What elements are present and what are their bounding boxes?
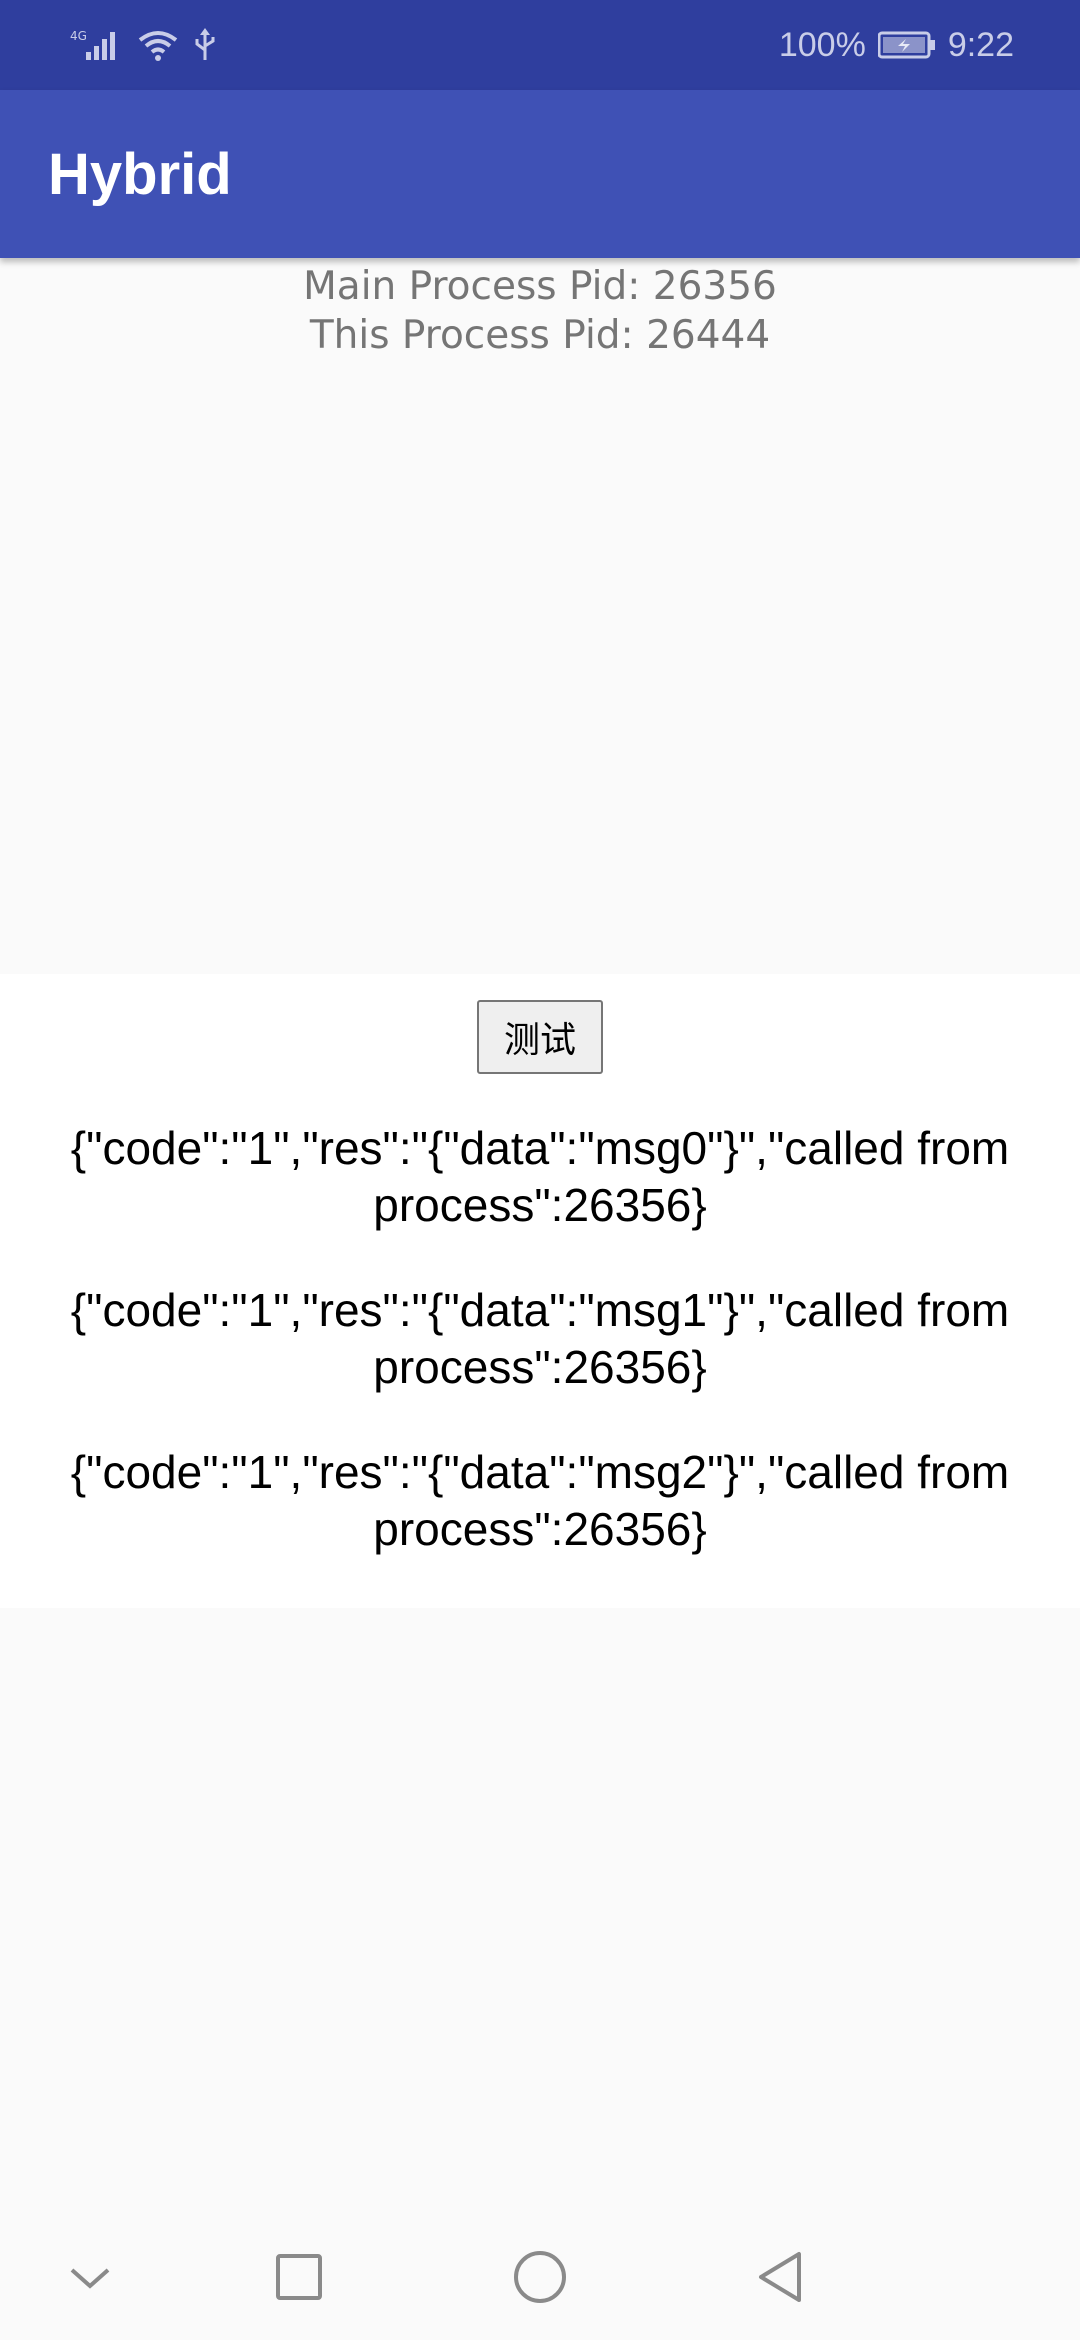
webview-content: 测试 {"code":"1","res":"{"data":"msg0"}","… (0, 974, 1080, 1608)
usb-icon (195, 28, 215, 60)
navigation-bar (0, 2214, 1080, 2340)
recents-button[interactable] (266, 2244, 332, 2310)
hide-keyboard-button[interactable] (57, 2244, 123, 2310)
test-button[interactable]: 测试 (477, 1000, 603, 1074)
back-icon (759, 2252, 801, 2302)
home-icon (514, 2251, 566, 2303)
recents-icon (276, 2254, 322, 2300)
result-list: {"code":"1","res":"{"data":"msg0"}","cal… (50, 1120, 1030, 1606)
result-item: {"code":"1","res":"{"data":"msg2"}","cal… (70, 1446, 1010, 1555)
battery-charging-icon (877, 31, 935, 59)
hide-keyboard-icon (70, 2268, 110, 2289)
home-button[interactable] (507, 2244, 573, 2310)
signal-icon: 4G (70, 29, 115, 60)
result-item: {"code":"1","res":"{"data":"msg0"}","cal… (70, 1122, 1010, 1231)
wifi-icon (138, 31, 178, 61)
app-title: Hybrid (48, 141, 232, 207)
battery-percent: 100% (778, 25, 866, 64)
network-type-label: 4G (70, 29, 87, 43)
back-button[interactable] (747, 2244, 813, 2310)
result-item: {"code":"1","res":"{"data":"msg1"}","cal… (70, 1284, 1010, 1393)
main-process-pid: Main Process Pid: 26356 (303, 264, 777, 309)
status-icons-right: 100% 9:22 (779, 26, 1014, 65)
process-info: Main Process Pid: 26356 This Process Pid… (0, 262, 1080, 360)
status-icons-left: 4G (70, 28, 232, 62)
clock: 9:22 (947, 25, 1014, 64)
app-bar: Hybrid (0, 90, 1080, 258)
this-process-pid: This Process Pid: 26444 (309, 313, 771, 358)
status-bar: 4G 100% 9:22 (0, 0, 1080, 90)
